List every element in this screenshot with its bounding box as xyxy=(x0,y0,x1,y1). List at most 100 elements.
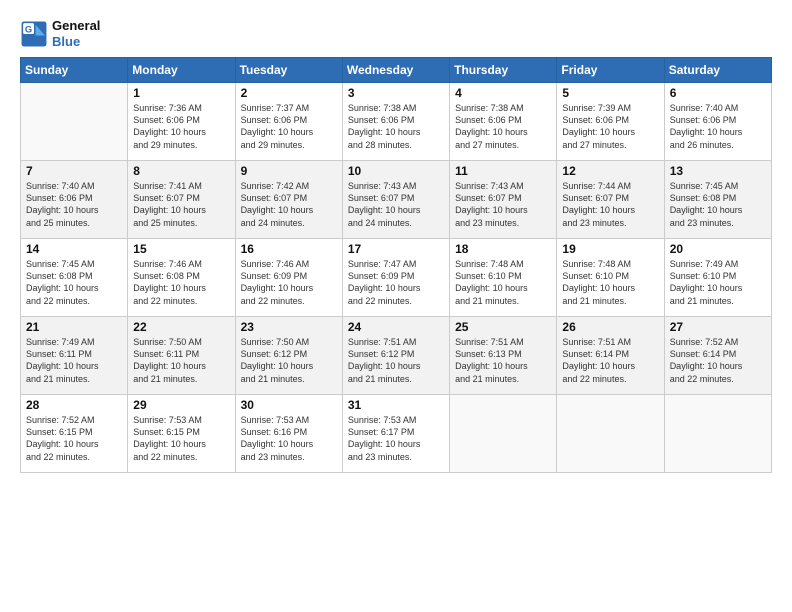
calendar-cell: 27 Sunrise: 7:52 AM Sunset: 6:14 PM Dayli… xyxy=(664,317,771,395)
day-info: Sunrise: 7:45 AM Sunset: 6:08 PM Dayligh… xyxy=(26,258,122,307)
day-info: Sunrise: 7:53 AM Sunset: 6:17 PM Dayligh… xyxy=(348,414,444,463)
day-number: 16 xyxy=(241,242,337,256)
calendar-cell: 2Sunrise: 7:37 AM Sunset: 6:06 PM Daylig… xyxy=(235,83,342,161)
logo-icon: G xyxy=(20,20,48,48)
calendar-cell: 8Sunrise: 7:41 AM Sunset: 6:07 PM Daylig… xyxy=(128,161,235,239)
day-info: Sunrise: 7:40 AM Sunset: 6:06 PM Dayligh… xyxy=(26,180,122,229)
calendar-cell: 23 Sunrise: 7:50 AM Sunset: 6:12 PM Dayli… xyxy=(235,317,342,395)
calendar-cell: 7Sunrise: 7:40 AM Sunset: 6:06 PM Daylig… xyxy=(21,161,128,239)
calendar-cell: 29 Sunrise: 7:53 AM Sunset: 6:15 PM Dayli… xyxy=(128,395,235,473)
calendar-cell: 28 Sunrise: 7:52 AM Sunset: 6:15 PM Dayli… xyxy=(21,395,128,473)
calendar-week-row: 1 Sunrise: 7:36 AM Sunset: 6:06 PM Daylig… xyxy=(21,83,772,161)
calendar-cell: 24 Sunrise: 7:51 AM Sunset: 6:12 PM Dayli… xyxy=(342,317,449,395)
day-number: 12 xyxy=(562,164,658,178)
svg-text:G: G xyxy=(25,24,32,34)
day-number: 5 xyxy=(562,86,658,100)
calendar-cell: 20 Sunrise: 7:49 AM Sunset: 6:10 PM Dayli… xyxy=(664,239,771,317)
calendar-cell: 19 Sunrise: 7:48 AM Sunset: 6:10 PM Dayli… xyxy=(557,239,664,317)
weekday-header: Monday xyxy=(128,58,235,83)
day-info: Sunrise: 7:51 AM Sunset: 6:13 PM Dayligh… xyxy=(455,336,551,385)
calendar-cell: 9 Sunrise: 7:42 AM Sunset: 6:07 PM Daylig… xyxy=(235,161,342,239)
day-number: 23 xyxy=(241,320,337,334)
day-info: Sunrise: 7:39 AM Sunset: 6:06 PM Dayligh… xyxy=(562,102,658,151)
day-info: Sunrise: 7:51 AM Sunset: 6:14 PM Dayligh… xyxy=(562,336,658,385)
calendar-cell: 15Sunrise: 7:46 AM Sunset: 6:08 PM Dayli… xyxy=(128,239,235,317)
day-number: 1 xyxy=(133,86,229,100)
day-info: Sunrise: 7:49 AM Sunset: 6:10 PM Dayligh… xyxy=(670,258,766,307)
day-number: 10 xyxy=(348,164,444,178)
calendar-cell: 17Sunrise: 7:47 AM Sunset: 6:09 PM Dayli… xyxy=(342,239,449,317)
day-number: 20 xyxy=(670,242,766,256)
calendar-cell: 13 Sunrise: 7:45 AM Sunset: 6:08 PM Dayli… xyxy=(664,161,771,239)
header-row: SundayMondayTuesdayWednesdayThursdayFrid… xyxy=(21,58,772,83)
day-info: Sunrise: 7:51 AM Sunset: 6:12 PM Dayligh… xyxy=(348,336,444,385)
day-number: 26 xyxy=(562,320,658,334)
day-number: 19 xyxy=(562,242,658,256)
calendar-cell: 18 Sunrise: 7:48 AM Sunset: 6:10 PM Dayli… xyxy=(450,239,557,317)
day-info: Sunrise: 7:42 AM Sunset: 6:07 PM Dayligh… xyxy=(241,180,337,229)
day-number: 13 xyxy=(670,164,766,178)
calendar-cell: 21 Sunrise: 7:49 AM Sunset: 6:11 PM Dayli… xyxy=(21,317,128,395)
weekday-header: Sunday xyxy=(21,58,128,83)
weekday-header: Saturday xyxy=(664,58,771,83)
day-info: Sunrise: 7:36 AM Sunset: 6:06 PM Dayligh… xyxy=(133,102,229,151)
calendar-cell: 16Sunrise: 7:46 AM Sunset: 6:09 PM Dayli… xyxy=(235,239,342,317)
calendar-cell xyxy=(21,83,128,161)
day-number: 2 xyxy=(241,86,337,100)
day-number: 17 xyxy=(348,242,444,256)
day-number: 30 xyxy=(241,398,337,412)
day-number: 27 xyxy=(670,320,766,334)
day-info: Sunrise: 7:48 AM Sunset: 6:10 PM Dayligh… xyxy=(562,258,658,307)
calendar-cell xyxy=(450,395,557,473)
header: G General Blue xyxy=(20,18,772,49)
page: G General Blue SundayMondayTuesdayWednes… xyxy=(0,0,792,612)
day-number: 21 xyxy=(26,320,122,334)
day-info: Sunrise: 7:50 AM Sunset: 6:12 PM Dayligh… xyxy=(241,336,337,385)
day-number: 25 xyxy=(455,320,551,334)
day-info: Sunrise: 7:49 AM Sunset: 6:11 PM Dayligh… xyxy=(26,336,122,385)
day-info: Sunrise: 7:48 AM Sunset: 6:10 PM Dayligh… xyxy=(455,258,551,307)
calendar-cell: 22 Sunrise: 7:50 AM Sunset: 6:11 PM Dayli… xyxy=(128,317,235,395)
day-info: Sunrise: 7:45 AM Sunset: 6:08 PM Dayligh… xyxy=(670,180,766,229)
day-info: Sunrise: 7:53 AM Sunset: 6:16 PM Dayligh… xyxy=(241,414,337,463)
day-number: 31 xyxy=(348,398,444,412)
calendar-cell xyxy=(557,395,664,473)
weekday-header: Thursday xyxy=(450,58,557,83)
calendar-week-row: 28 Sunrise: 7:52 AM Sunset: 6:15 PM Dayli… xyxy=(21,395,772,473)
calendar-cell: 6 Sunrise: 7:40 AM Sunset: 6:06 PM Daylig… xyxy=(664,83,771,161)
day-info: Sunrise: 7:50 AM Sunset: 6:11 PM Dayligh… xyxy=(133,336,229,385)
day-number: 15 xyxy=(133,242,229,256)
calendar-week-row: 21 Sunrise: 7:49 AM Sunset: 6:11 PM Dayli… xyxy=(21,317,772,395)
calendar-cell xyxy=(664,395,771,473)
weekday-header: Friday xyxy=(557,58,664,83)
day-info: Sunrise: 7:53 AM Sunset: 6:15 PM Dayligh… xyxy=(133,414,229,463)
calendar-cell: 25 Sunrise: 7:51 AM Sunset: 6:13 PM Dayli… xyxy=(450,317,557,395)
day-info: Sunrise: 7:44 AM Sunset: 6:07 PM Dayligh… xyxy=(562,180,658,229)
day-number: 24 xyxy=(348,320,444,334)
day-info: Sunrise: 7:38 AM Sunset: 6:06 PM Dayligh… xyxy=(455,102,551,151)
calendar-cell: 3Sunrise: 7:38 AM Sunset: 6:06 PM Daylig… xyxy=(342,83,449,161)
day-number: 28 xyxy=(26,398,122,412)
day-info: Sunrise: 7:52 AM Sunset: 6:15 PM Dayligh… xyxy=(26,414,122,463)
calendar-cell: 12 Sunrise: 7:44 AM Sunset: 6:07 PM Dayli… xyxy=(557,161,664,239)
calendar-cell: 10Sunrise: 7:43 AM Sunset: 6:07 PM Dayli… xyxy=(342,161,449,239)
day-info: Sunrise: 7:43 AM Sunset: 6:07 PM Dayligh… xyxy=(455,180,551,229)
logo: G General Blue xyxy=(20,18,100,49)
calendar-cell: 4 Sunrise: 7:38 AM Sunset: 6:06 PM Daylig… xyxy=(450,83,557,161)
day-info: Sunrise: 7:52 AM Sunset: 6:14 PM Dayligh… xyxy=(670,336,766,385)
day-info: Sunrise: 7:40 AM Sunset: 6:06 PM Dayligh… xyxy=(670,102,766,151)
calendar-cell: 26 Sunrise: 7:51 AM Sunset: 6:14 PM Dayli… xyxy=(557,317,664,395)
day-number: 4 xyxy=(455,86,551,100)
day-number: 6 xyxy=(670,86,766,100)
calendar-week-row: 14 Sunrise: 7:45 AM Sunset: 6:08 PM Dayli… xyxy=(21,239,772,317)
day-number: 29 xyxy=(133,398,229,412)
day-number: 3 xyxy=(348,86,444,100)
calendar-cell: 14 Sunrise: 7:45 AM Sunset: 6:08 PM Dayli… xyxy=(21,239,128,317)
calendar-cell: 1 Sunrise: 7:36 AM Sunset: 6:06 PM Daylig… xyxy=(128,83,235,161)
calendar-cell: 11Sunrise: 7:43 AM Sunset: 6:07 PM Dayli… xyxy=(450,161,557,239)
day-number: 18 xyxy=(455,242,551,256)
calendar-cell: 31 Sunrise: 7:53 AM Sunset: 6:17 PM Dayli… xyxy=(342,395,449,473)
day-number: 9 xyxy=(241,164,337,178)
day-number: 22 xyxy=(133,320,229,334)
day-number: 14 xyxy=(26,242,122,256)
